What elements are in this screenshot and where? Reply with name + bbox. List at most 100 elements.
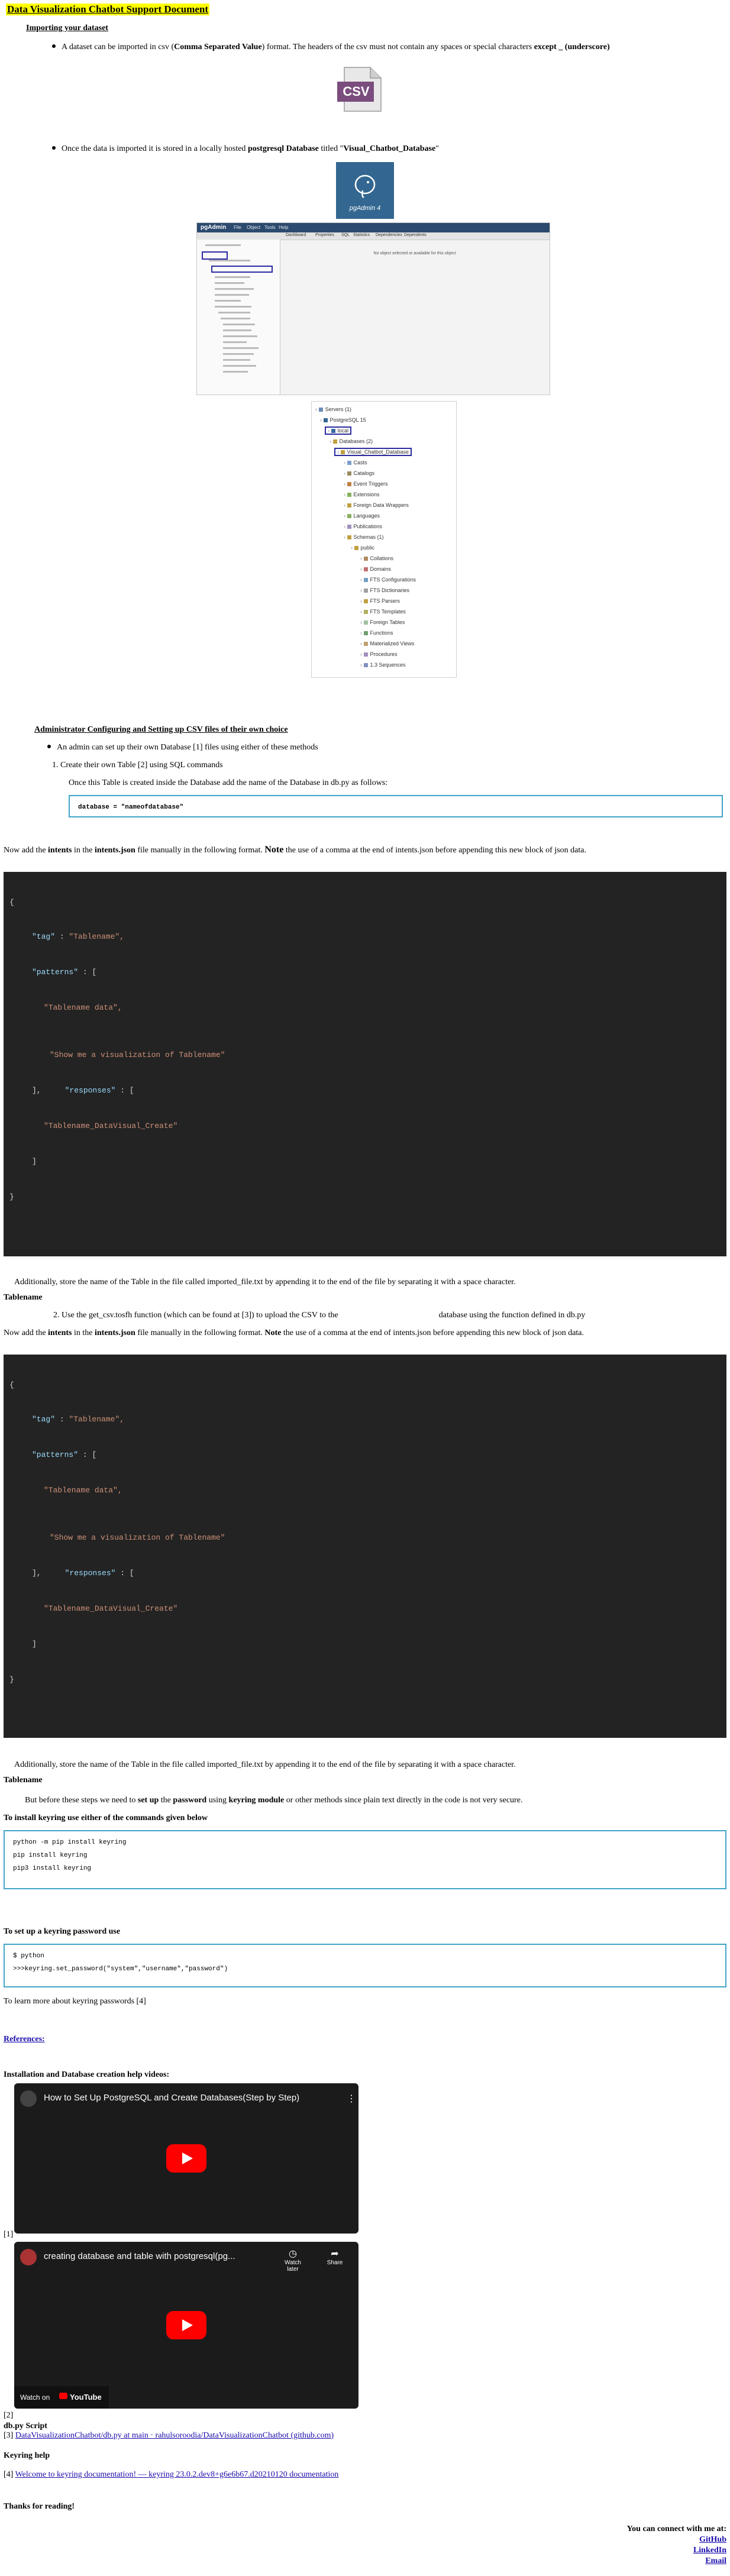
tree-item[interactable]: › Databases (2) xyxy=(330,438,373,444)
more-options-icon[interactable]: ⋮ xyxy=(347,2093,356,2105)
watch-on-youtube[interactable]: Watch on YouTube xyxy=(14,2386,109,2409)
code-brace: } xyxy=(9,1675,14,1684)
share-button[interactable]: ➦ Share xyxy=(323,2248,347,2266)
highlight-box xyxy=(211,266,273,273)
tree-item[interactable]: › Collations xyxy=(360,555,393,561)
share-label: Share xyxy=(327,2260,343,2266)
tree-item-label: Functions xyxy=(370,630,393,636)
tree-node-icon xyxy=(363,620,368,625)
tree-item[interactable]: › Servers (1) xyxy=(315,406,351,412)
highlight-box xyxy=(202,251,228,260)
video-title[interactable]: How to Set Up PostgreSQL and Create Data… xyxy=(44,2093,299,2103)
tree-item[interactable]: › Foreign Data Wrappers xyxy=(344,502,409,508)
tree-item-label: Procedures xyxy=(370,651,398,657)
tree-item[interactable]: › FTS Parsers xyxy=(360,598,400,604)
tree-item[interactable]: › FTS Templates xyxy=(360,609,406,615)
tree-item[interactable]: › Visual_Chatbot_Database xyxy=(334,448,412,456)
tree-item[interactable]: › Publications xyxy=(344,523,382,529)
code-line: $ python xyxy=(13,1953,44,1960)
tree-item[interactable]: › Procedures xyxy=(360,651,398,657)
tree-item[interactable]: › Schemas (1) xyxy=(344,534,384,540)
json-value: "Tablename", xyxy=(69,1415,125,1424)
json-code-block-2: { "tag" : "Tablename", "patterns" : [ "T… xyxy=(4,1355,726,1738)
video-embed-2[interactable]: creating database and table with postgre… xyxy=(14,2242,358,2409)
tree-item[interactable]: › Event Triggers xyxy=(344,481,388,487)
json-value: "Show me a visualization of Tablename" xyxy=(50,1051,225,1059)
video-title[interactable]: creating database and table with postgre… xyxy=(44,2251,235,2261)
tree-item[interactable]: › Languages xyxy=(344,513,380,519)
tree-node-icon xyxy=(340,450,345,455)
tree-node-icon xyxy=(331,429,335,434)
tree-item[interactable]: › 1.3 Sequences xyxy=(360,662,406,668)
pgadmin-screenshot: pgAdmin File Object Tools Help Dashboard… xyxy=(196,222,550,395)
menu-help[interactable]: Help xyxy=(279,225,288,230)
text: the xyxy=(159,1796,173,1805)
tree-item-label: PostgreSQL 15 xyxy=(330,417,366,423)
play-button[interactable] xyxy=(166,2311,206,2339)
video-embed-1[interactable]: How to Set Up PostgreSQL and Create Data… xyxy=(14,2083,358,2234)
text: 2. Use the get_csv.tosfh function (which… xyxy=(53,1311,338,1320)
tree-node-icon xyxy=(363,589,368,593)
menu-object[interactable]: Object xyxy=(247,225,260,230)
menu-tools[interactable]: Tools xyxy=(264,225,276,230)
json-bracket: : [ xyxy=(78,968,97,977)
bullet-dot xyxy=(52,146,56,150)
db-code-box: database = "nameofdatabase" xyxy=(69,795,723,817)
play-button[interactable] xyxy=(166,2144,206,2173)
pgadmin-label: pgAdmin 4 xyxy=(349,205,381,212)
tree-item[interactable]: › local xyxy=(325,426,352,435)
tab-sql[interactable]: SQL xyxy=(341,233,350,237)
admin-bullet: An admin can set up their own Database [… xyxy=(47,743,318,752)
tree-item[interactable]: › Domains xyxy=(360,566,391,572)
tree-item-label: Materialized Views xyxy=(370,641,415,647)
tab-dependencies[interactable]: Dependencies xyxy=(376,233,402,237)
tablename-label: Tablename xyxy=(4,1293,43,1302)
code-line-patterns: "patterns" : [ xyxy=(32,968,96,977)
page-title: Data Visualization Chatbot Support Docum… xyxy=(6,4,210,15)
tab-properties[interactable]: Properties xyxy=(315,233,334,237)
tree-item-label: Visual_Chatbot_Database xyxy=(347,449,409,455)
text: titled " xyxy=(318,144,344,153)
code-line-responses: ], "responses" : [ xyxy=(32,1086,134,1095)
tree-node-icon xyxy=(347,503,351,508)
json-colon: : xyxy=(55,1415,69,1424)
step-1-note: Once this Table is created inside the Da… xyxy=(69,778,388,787)
intents-note: Now add the intents in the intents.json … xyxy=(4,845,586,855)
tree-item[interactable]: › Functions xyxy=(360,630,393,636)
tree-item[interactable]: › Casts xyxy=(344,460,367,466)
ref-1: [1] xyxy=(4,2230,14,2239)
bold-text: except _ (underscore) xyxy=(534,43,610,51)
text: in the xyxy=(72,1329,95,1337)
tree-item-label: Foreign Tables xyxy=(370,619,405,625)
json-key: "patterns" xyxy=(32,968,79,977)
keyring-paragraph: But before these steps we need to set up… xyxy=(25,1796,522,1805)
tree-item[interactable]: › PostgreSQL 15 xyxy=(320,417,366,423)
github-dbpy-link[interactable]: DataVisualizationChatbot/db.py at main ·… xyxy=(15,2431,334,2440)
step-1: 1. Create their own Table [2] using SQL … xyxy=(52,761,223,770)
keyring-docs-link[interactable]: Welcome to keyring documentation! — keyr… xyxy=(15,2470,339,2479)
ref-number: [3] xyxy=(4,2431,15,2440)
tree-item[interactable]: › Materialized Views xyxy=(360,641,414,647)
linkedin-link[interactable]: LinkedIn xyxy=(693,2546,726,2555)
tree-item[interactable]: › Foreign Tables xyxy=(360,619,405,625)
ref-2: [2] xyxy=(4,2411,14,2420)
tab-dashboard[interactable]: Dashboard xyxy=(286,233,306,237)
admin-heading: Administrator Configuring and Setting up… xyxy=(34,725,288,734)
tab-statistics[interactable]: Statistics xyxy=(353,233,370,237)
intents-note-2: Now add the intents in the intents.json … xyxy=(4,1329,584,1338)
tree-item[interactable]: › Extensions xyxy=(344,492,380,497)
tree-item[interactable]: › FTS Dictionaries xyxy=(360,587,409,593)
watch-later-button[interactable]: ◷ Watch later xyxy=(278,2248,308,2273)
menu-file[interactable]: File xyxy=(234,225,241,230)
references-link[interactable]: References: xyxy=(4,2035,45,2044)
bold-text: password xyxy=(173,1796,207,1805)
text: or other methods since plain text direct… xyxy=(284,1796,523,1805)
tree-item[interactable]: › Catalogs xyxy=(344,470,374,476)
email-link[interactable]: Email xyxy=(705,2556,726,2566)
tree-item[interactable]: › FTS Configurations xyxy=(360,577,416,583)
github-link[interactable]: GitHub xyxy=(699,2535,726,2545)
tree-item[interactable]: › public xyxy=(351,545,374,551)
channel-avatar xyxy=(20,2090,37,2107)
tab-dependents[interactable]: Dependents xyxy=(404,233,427,237)
json-colon: : xyxy=(55,932,69,941)
